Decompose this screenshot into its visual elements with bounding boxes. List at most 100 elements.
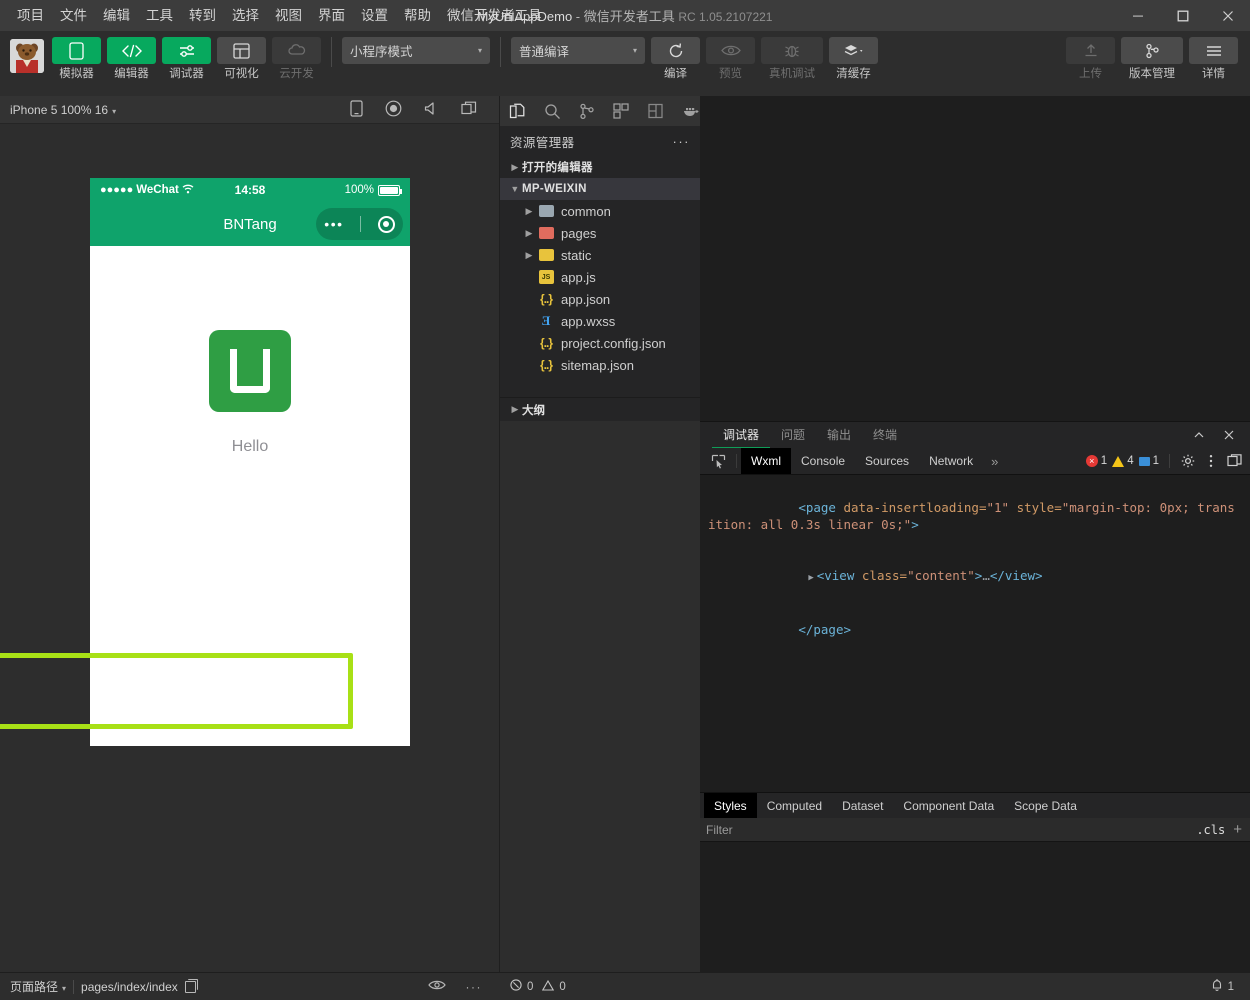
debugger-tab-output[interactable]: 输出 (816, 422, 862, 448)
maximize-button[interactable] (1160, 0, 1205, 31)
toolbar-button-remote-debug[interactable]: 真机调试 (761, 37, 823, 81)
tree-item-common[interactable]: ▶ common (500, 200, 700, 222)
record-icon[interactable] (385, 100, 402, 120)
menu-item-view[interactable]: 视图 (267, 4, 310, 28)
toolbar-button-debugger[interactable]: 调试器 (162, 37, 211, 81)
status-more-button[interactable]: ··· (466, 980, 483, 994)
menu-item-devtools[interactable]: 微信开发者工具 (439, 4, 550, 28)
styles-tab-component-data[interactable]: Component Data (893, 793, 1004, 818)
kebab-icon[interactable] (1201, 454, 1221, 468)
toolbar-button-editor[interactable]: 编辑器 (107, 37, 156, 81)
outline-section[interactable]: ▶ 大纲 (500, 397, 700, 421)
chevron-up-icon[interactable] (1186, 422, 1212, 448)
mode-select[interactable]: 小程序模式 ▾ (342, 37, 490, 64)
dock-icon[interactable] (1224, 454, 1244, 468)
menu-item-project[interactable]: 项目 (9, 4, 52, 28)
capsule-close-icon[interactable] (377, 215, 395, 233)
menu-item-help[interactable]: 帮助 (396, 4, 439, 28)
close-icon[interactable] (1216, 422, 1242, 448)
devtools-tab-sources[interactable]: Sources (855, 448, 919, 474)
tree-item-sitemap[interactable]: {..} sitemap.json (500, 354, 700, 376)
wechat-capsule[interactable]: ••• (316, 208, 403, 240)
volume-icon[interactable] (424, 101, 439, 119)
device-selector[interactable]: iPhone 5 100% 16 ▾ (10, 103, 116, 117)
split-editor-icon[interactable] (647, 101, 666, 121)
cloud-icon (272, 37, 321, 64)
phone-rotate-icon[interactable] (350, 99, 363, 120)
warning-triangle-icon[interactable] (542, 979, 555, 994)
devtools-tab-console[interactable]: Console (791, 448, 855, 474)
tree-item-project-config[interactable]: {..} project.config.json (500, 332, 700, 354)
avatar[interactable] (10, 39, 44, 73)
compile-select-value: 普通编译 (519, 45, 570, 59)
toolbar-label-simulator: 模拟器 (59, 68, 94, 80)
styles-cls-button[interactable]: .cls (1196, 823, 1233, 837)
inspect-element-icon[interactable] (704, 448, 732, 474)
toolbar-label-cloud: 云开发 (279, 68, 314, 80)
tree-section-open-editors[interactable]: ▶ 打开的编辑器 (500, 156, 700, 178)
source-control-icon[interactable] (577, 101, 596, 121)
warning-counter[interactable]: 4 (1112, 455, 1134, 467)
copy-icon[interactable] (184, 978, 198, 993)
styles-tab-styles[interactable]: Styles (704, 793, 757, 818)
debugger-tab-debugger[interactable]: 调试器 (712, 422, 771, 448)
docker-icon[interactable] (681, 101, 700, 121)
menu-item-edit[interactable]: 编辑 (95, 4, 138, 28)
debugger-tab-terminal[interactable]: 终端 (862, 422, 908, 448)
extensions-icon[interactable] (612, 101, 631, 121)
tree-item-app-wxss[interactable]: Ǝ app.wxss (500, 310, 700, 332)
menu-item-select[interactable]: 选择 (224, 4, 267, 28)
files-icon[interactable] (508, 101, 527, 121)
minimize-button[interactable] (1115, 0, 1160, 31)
toolbar-button-cloud[interactable]: 云开发 (272, 37, 321, 81)
styles-tab-scope-data[interactable]: Scope Data (1004, 793, 1087, 818)
wxml-tree-view[interactable]: <page data-insertloading="1" style="marg… (700, 475, 1250, 792)
debugger-tab-problems[interactable]: 问题 (770, 422, 816, 448)
window-icon[interactable] (461, 101, 477, 119)
menu-item-settings[interactable]: 设置 (353, 4, 396, 28)
status-left-icons: ··· (427, 979, 491, 994)
devtools-tab-wxml[interactable]: Wxml (741, 448, 791, 474)
menu-item-file[interactable]: 文件 (52, 4, 95, 28)
tree-item-app-json[interactable]: {..} app.json (500, 288, 700, 310)
chevron-down-icon-page-path: ▾ (62, 984, 67, 993)
tree-section-mp-weixin[interactable]: ▼ MP-WEIXIN (500, 178, 700, 200)
toolbar-button-clear-cache[interactable]: 清缓存 (829, 37, 878, 81)
toolbar-button-version[interactable]: 版本管理 (1121, 37, 1183, 81)
wxml-line-3[interactable]: </page> (708, 604, 1242, 655)
menu-item-interface[interactable]: 界面 (310, 4, 353, 28)
search-icon[interactable] (543, 101, 562, 121)
menu-item-tools[interactable]: 工具 (138, 4, 181, 28)
styles-add-rule-button[interactable]: + (1233, 821, 1244, 838)
chevron-right-icon-view[interactable]: ▶ (808, 573, 813, 583)
devtools-tab-network[interactable]: Network (919, 448, 983, 474)
styles-filter-input[interactable]: Filter (706, 823, 733, 837)
close-button[interactable] (1205, 0, 1250, 31)
toolbar-button-compile[interactable]: 编译 (651, 37, 700, 81)
explorer-more-button[interactable]: ··· (673, 134, 691, 149)
tree-item-app-js[interactable]: JS app.js (500, 266, 700, 288)
notifications[interactable]: 1 (1211, 978, 1240, 995)
styles-tab-dataset[interactable]: Dataset (832, 793, 893, 818)
gear-icon[interactable] (1178, 454, 1198, 468)
toolbar-button-upload[interactable]: 上传 (1066, 37, 1115, 81)
toolbar-button-details[interactable]: 详情 (1189, 37, 1238, 81)
error-circle-icon[interactable] (510, 979, 522, 994)
toolbar-button-simulator[interactable]: 模拟器 (52, 37, 101, 81)
menu-item-goto[interactable]: 转到 (181, 4, 224, 28)
eye-icon-status[interactable] (427, 979, 446, 994)
wxss-file-icon: Ǝ (541, 313, 551, 328)
wxml-line-2[interactable]: ▶ <view class="content">…</view> (708, 550, 1242, 604)
info-counter[interactable]: 1 (1138, 455, 1159, 467)
capsule-more-icon[interactable]: ••• (324, 217, 343, 231)
error-counter[interactable]: × 1 (1085, 455, 1107, 467)
toolbar-button-preview[interactable]: 预览 (706, 37, 755, 81)
compile-select[interactable]: 普通编译 ▾ (511, 37, 645, 64)
styles-tab-computed[interactable]: Computed (757, 793, 832, 818)
tree-item-static[interactable]: ▶ static (500, 244, 700, 266)
tree-item-pages[interactable]: ▶ pages (500, 222, 700, 244)
devtools-more-tabs-button[interactable]: » (983, 448, 1006, 474)
page-path-selector[interactable]: 页面路径 ▾ (10, 978, 66, 995)
wxml-line-1[interactable]: <page data-insertloading="1" style="marg… (708, 482, 1242, 550)
toolbar-button-visual[interactable]: 可视化 (217, 37, 266, 81)
